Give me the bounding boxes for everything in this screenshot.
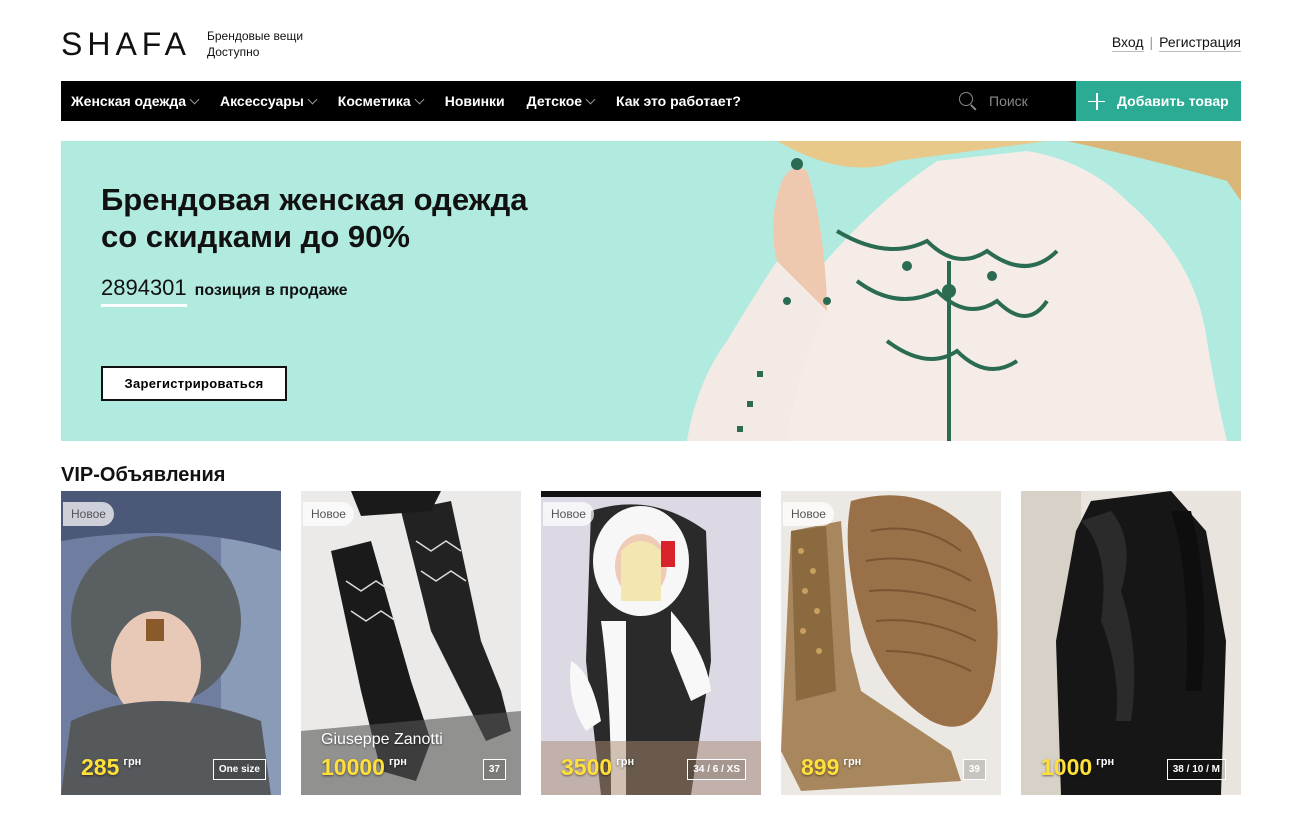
hero-register-button[interactable]: Зарегистрироваться	[101, 366, 287, 401]
chevron-down-icon	[585, 94, 596, 104]
hero-title: Брендовая женская одежда со скидками до …	[101, 181, 621, 255]
nav-item-kids[interactable]: Детское	[526, 93, 596, 109]
product-image	[541, 491, 761, 795]
product-image	[781, 491, 1001, 795]
condition-badge: Новое	[783, 502, 834, 526]
size-badge: 39	[962, 759, 986, 780]
size-badge: 34 / 6 / XS	[687, 759, 746, 780]
hero-stats: 2894301 позиция в продаже	[101, 275, 348, 307]
chevron-down-icon	[307, 94, 318, 104]
price: 10000 грн	[321, 754, 407, 781]
hero-title-line2: со скидками до 90%	[101, 219, 410, 254]
tagline-line2: Доступно	[207, 45, 260, 59]
vip-section-title: VIP-Объявления	[61, 464, 226, 486]
price-value: 899	[801, 754, 840, 780]
chevron-down-icon	[189, 94, 200, 104]
plus-icon	[1088, 92, 1105, 110]
product-image	[61, 491, 281, 795]
price: 285 грн	[81, 754, 141, 781]
price-value: 285	[81, 754, 120, 780]
nav-menu: Женская одежда Аксессуары Косметика Нови…	[71, 81, 763, 121]
site-header: SHAFA Брендовые вещи Доступно Вход | Регис…	[61, 24, 1241, 64]
nav-item-label: Женская одежда	[71, 93, 186, 109]
search-box[interactable]	[959, 81, 1069, 121]
search-input[interactable]	[989, 93, 1059, 109]
chevron-down-icon	[414, 94, 425, 104]
nav-item-label: Новинки	[444, 93, 505, 109]
search-icon[interactable]	[959, 92, 977, 111]
size-badge: 37	[482, 759, 506, 780]
nav-item-label: Как это работает?	[616, 93, 741, 109]
price-currency: грн	[123, 756, 142, 768]
price: 1000 грн	[1041, 754, 1114, 781]
add-item-label: Добавить товар	[1117, 93, 1229, 109]
product-card[interactable]: Новое Giuseppe Zanotti 10000 грн 37	[301, 491, 521, 795]
product-card[interactable]: 1000 грн 38 / 10 / M	[1021, 491, 1241, 795]
price-currency: грн	[1096, 756, 1115, 768]
add-item-button[interactable]: Добавить товар	[1076, 81, 1241, 121]
brand-name: Giuseppe Zanotti	[321, 731, 443, 748]
product-card[interactable]: Новое 899 грн 39	[781, 491, 1001, 795]
product-image	[1021, 491, 1241, 795]
hero-count-label: позиция в продаже	[194, 282, 348, 299]
hero-title-line1: Брендовая женская одежда	[101, 182, 528, 217]
price: 899 грн	[801, 754, 861, 781]
price-value: 1000	[1041, 754, 1093, 780]
main-nav: Женская одежда Аксессуары Косметика Нови…	[61, 81, 1241, 121]
size-badge: 38 / 10 / M	[1166, 759, 1226, 780]
nav-item-accessories[interactable]: Аксессуары	[220, 93, 318, 109]
hero-banner: Брендовая женская одежда со скидками до …	[61, 141, 1241, 441]
vip-cards: Новое 285 грн One size Новое Giuseppe Za…	[61, 491, 1241, 795]
price-currency: грн	[843, 756, 862, 768]
tagline-line1: Брендовые вещи	[207, 29, 304, 43]
condition-badge: Новое	[63, 502, 114, 526]
size-badge: One size	[212, 759, 266, 780]
price-value: 10000	[321, 754, 385, 780]
auth-links: Вход | Регистрация	[1111, 34, 1241, 52]
product-card[interactable]: Новое 285 грн One size	[61, 491, 281, 795]
auth-separator: |	[1149, 34, 1154, 50]
nav-item-label: Косметика	[337, 93, 411, 109]
nav-item-label: Аксессуары	[220, 93, 304, 109]
price-currency: грн	[388, 756, 407, 768]
product-image	[301, 491, 521, 795]
condition-badge: Новое	[303, 502, 354, 526]
nav-item-new[interactable]: Новинки	[445, 93, 505, 109]
product-card[interactable]: Новое 3500 грн 34 / 6 / XS	[541, 491, 761, 795]
site-logo[interactable]: SHAFA	[61, 26, 191, 63]
price: 3500 грн	[561, 754, 634, 781]
condition-badge: Новое	[543, 502, 594, 526]
nav-item-womens-clothing[interactable]: Женская одежда	[71, 93, 200, 109]
login-link[interactable]: Вход	[1111, 34, 1144, 52]
register-link[interactable]: Регистрация	[1159, 34, 1241, 52]
hero-count: 2894301	[101, 275, 187, 307]
hero-model-image	[687, 141, 1241, 441]
price-currency: грн	[616, 756, 635, 768]
nav-item-how-it-works[interactable]: Как это работает?	[616, 93, 741, 109]
nav-item-cosmetics[interactable]: Косметика	[337, 93, 425, 109]
site-tagline: Брендовые вещи Доступно	[207, 28, 303, 60]
nav-item-label: Детское	[526, 93, 583, 109]
price-value: 3500	[561, 754, 613, 780]
